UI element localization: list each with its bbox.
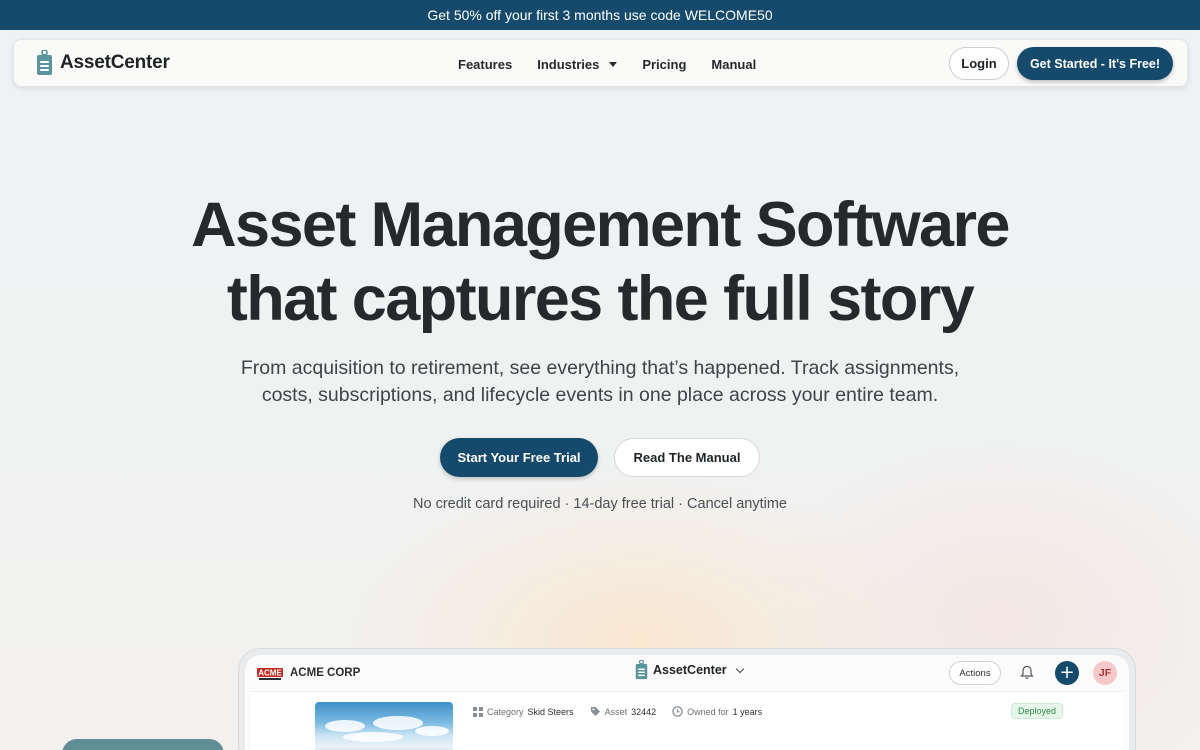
cloud-shape bbox=[343, 732, 403, 742]
category-value: Skid Steers bbox=[527, 706, 574, 717]
login-button[interactable]: Login bbox=[949, 47, 1009, 80]
brand-name: AssetCenter bbox=[60, 52, 170, 73]
asset-meta-row: Category Skid Steers Asset 32442 Owned f… bbox=[473, 706, 778, 717]
tag-logo-icon bbox=[635, 660, 648, 680]
app-switcher[interactable]: AssetCenter bbox=[635, 660, 744, 680]
hero-title-line-2: that captures the full story bbox=[226, 264, 975, 334]
nav-link-pricing[interactable]: Pricing bbox=[642, 57, 686, 72]
trust-note: No credit card required · 14-day free tr… bbox=[413, 496, 787, 512]
hero-subtitle-line-2: costs, subscriptions, and lifecycle even… bbox=[261, 384, 939, 406]
hero-title: Asset Management Software that captures … bbox=[0, 188, 1200, 336]
company-name: ACME CORP bbox=[290, 667, 361, 679]
asset-photo bbox=[315, 702, 453, 750]
app-preview-window: ACME ACME CORP AssetCenter Actions + JF bbox=[245, 655, 1129, 750]
tag-icon bbox=[590, 707, 600, 716]
hero-title-line-1: Asset Management Software bbox=[191, 190, 1010, 260]
asset-ownership: Owned for 1 years bbox=[672, 706, 762, 717]
asset-detail-panel: Category Skid Steers Asset 32442 Owned f… bbox=[251, 691, 1123, 750]
category-label: Category bbox=[487, 706, 524, 717]
nav-link-industries[interactable]: Industries bbox=[537, 56, 618, 72]
nav-links: Features Industries Pricing Manual bbox=[458, 40, 781, 88]
avatar[interactable]: JF bbox=[1093, 661, 1117, 685]
nav-link-label: Industries bbox=[537, 56, 600, 72]
grid-icon bbox=[473, 706, 483, 717]
asset-value: 32442 bbox=[631, 706, 657, 717]
cloud-shape bbox=[415, 726, 449, 736]
asset-id: Asset 32442 bbox=[590, 706, 657, 717]
chat-widget-button[interactable] bbox=[62, 739, 224, 750]
nav-link-label: Features bbox=[458, 56, 513, 72]
asset-label: Asset bbox=[604, 706, 628, 717]
read-manual-button[interactable]: Read The Manual bbox=[614, 438, 760, 477]
nav-link-label: Pricing bbox=[642, 56, 687, 72]
acme-logo-icon: ACME bbox=[257, 668, 283, 680]
owned-label: Owned for bbox=[687, 706, 729, 717]
promo-text: Get 50% off your first 3 months use code… bbox=[427, 7, 773, 23]
clock-icon bbox=[672, 706, 683, 717]
status-badge: Deployed bbox=[1011, 703, 1064, 719]
nav-link-manual[interactable]: Manual bbox=[711, 57, 756, 72]
hero-subtitle: From acquisition to retirement, see ever… bbox=[0, 355, 1200, 409]
asset-category: Category Skid Steers bbox=[473, 706, 574, 717]
tag-logo-icon bbox=[37, 50, 52, 75]
acme-logo-text: ACME bbox=[258, 669, 282, 678]
nav-link-label: Manual bbox=[711, 56, 757, 72]
get-started-button[interactable]: Get Started - It's Free! bbox=[1017, 47, 1173, 80]
promo-banner[interactable]: Get 50% off your first 3 months use code… bbox=[0, 0, 1200, 30]
caret-down-icon bbox=[609, 61, 618, 67]
start-free-trial-button[interactable]: Start Your Free Trial bbox=[440, 438, 598, 477]
app-name: AssetCenter bbox=[653, 663, 727, 677]
bell-icon[interactable] bbox=[1020, 665, 1034, 680]
cloud-shape bbox=[373, 716, 423, 730]
owned-value: 1 years bbox=[732, 706, 763, 717]
hero-subtitle-line-1: From acquisition to retirement, see ever… bbox=[240, 357, 960, 379]
add-button[interactable]: + bbox=[1055, 661, 1079, 685]
brand-logo[interactable]: AssetCenter bbox=[36, 50, 170, 76]
nav-link-features[interactable]: Features bbox=[458, 57, 512, 72]
top-navbar: AssetCenter Features Industries Pricing … bbox=[13, 39, 1188, 87]
chevron-down-icon bbox=[735, 664, 744, 673]
cloud-shape bbox=[325, 720, 365, 732]
app-preview-frame: ACME ACME CORP AssetCenter Actions + JF bbox=[238, 648, 1136, 750]
actions-button[interactable]: Actions bbox=[949, 661, 1001, 685]
